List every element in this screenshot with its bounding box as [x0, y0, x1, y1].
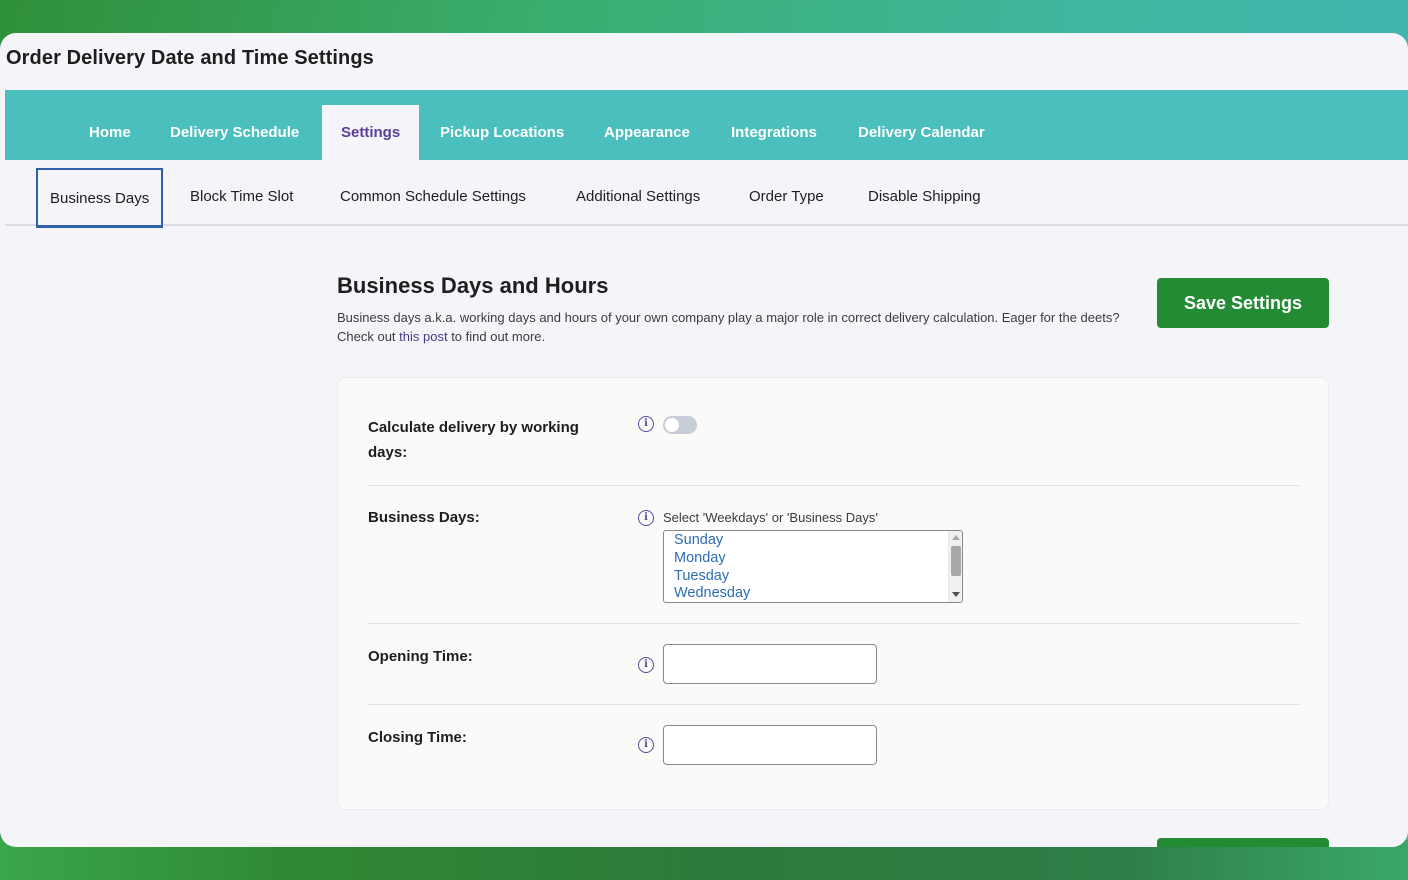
tab-home[interactable]: Home [70, 105, 150, 160]
tab-appearance[interactable]: Appearance [585, 105, 709, 160]
opening-time-input[interactable] [663, 644, 877, 684]
row-calc-working-days: Calculate delivery by working days: i [368, 378, 1300, 486]
row-closing-time: Closing Time: i [368, 705, 1300, 805]
section-description: Business days a.k.a. working days and ho… [337, 308, 1137, 346]
subtab-business-days[interactable]: Business Days [36, 168, 164, 228]
section-description-tail: to find out more. [447, 329, 546, 344]
section-title: Business Days and Hours [337, 273, 609, 298]
business-days-hint: Select 'Weekdays' or 'Business Days' [663, 510, 878, 525]
save-settings-button-bottom[interactable] [1157, 838, 1329, 847]
calc-working-days-label: Calculate delivery by working days: [368, 419, 579, 461]
this-post-link[interactable]: this post [399, 329, 447, 344]
toggle-knob [665, 418, 679, 432]
row-business-days: Business Days: i Select 'Weekdays' or 'B… [368, 486, 1300, 624]
main-nav: Home Delivery Schedule Settings Pickup L… [5, 90, 1408, 160]
opening-time-label: Opening Time: [368, 648, 473, 665]
calc-working-days-toggle[interactable] [663, 416, 697, 434]
settings-window: Order Delivery Date and Time Settings Ho… [0, 33, 1408, 847]
scroll-thumb[interactable] [951, 546, 961, 576]
settings-card: Calculate delivery by working days: i Bu… [337, 377, 1329, 810]
closing-time-label: Closing Time: [368, 729, 467, 746]
info-icon[interactable]: i [638, 657, 654, 673]
scroll-up-arrow-icon[interactable] [952, 535, 960, 540]
business-days-select[interactable]: Sunday Monday Tuesday Wednesday [663, 530, 963, 603]
subtab-common-schedule-settings[interactable]: Common Schedule Settings [328, 168, 538, 228]
info-icon[interactable]: i [638, 416, 654, 432]
tab-pickup-locations[interactable]: Pickup Locations [421, 105, 583, 160]
option-monday[interactable]: Monday [674, 549, 726, 567]
row-opening-time: Opening Time: i [368, 624, 1300, 705]
subtab-disable-shipping[interactable]: Disable Shipping [856, 168, 993, 228]
option-tuesday[interactable]: Tuesday [674, 567, 729, 585]
sub-nav: Business Days Block Time Slot Common Sch… [5, 160, 1408, 228]
save-settings-button[interactable]: Save Settings [1157, 278, 1329, 328]
option-sunday[interactable]: Sunday [674, 531, 723, 549]
info-icon[interactable]: i [638, 510, 654, 526]
subtab-block-time-slot[interactable]: Block Time Slot [178, 168, 305, 228]
scroll-down-arrow-icon[interactable] [952, 592, 960, 597]
tab-delivery-schedule[interactable]: Delivery Schedule [151, 105, 318, 160]
closing-time-input[interactable] [663, 725, 877, 765]
subtab-order-type[interactable]: Order Type [737, 168, 836, 228]
tab-settings[interactable]: Settings [322, 105, 420, 160]
subtab-additional-settings[interactable]: Additional Settings [564, 168, 712, 228]
info-icon[interactable]: i [638, 737, 654, 753]
tab-delivery-calendar[interactable]: Delivery Calendar [839, 105, 1004, 160]
tab-integrations[interactable]: Integrations [712, 105, 836, 160]
select-scrollbar[interactable] [948, 531, 962, 602]
business-days-label: Business Days: [368, 509, 480, 526]
option-wednesday[interactable]: Wednesday [674, 584, 750, 602]
page-title: Order Delivery Date and Time Settings [6, 47, 374, 69]
